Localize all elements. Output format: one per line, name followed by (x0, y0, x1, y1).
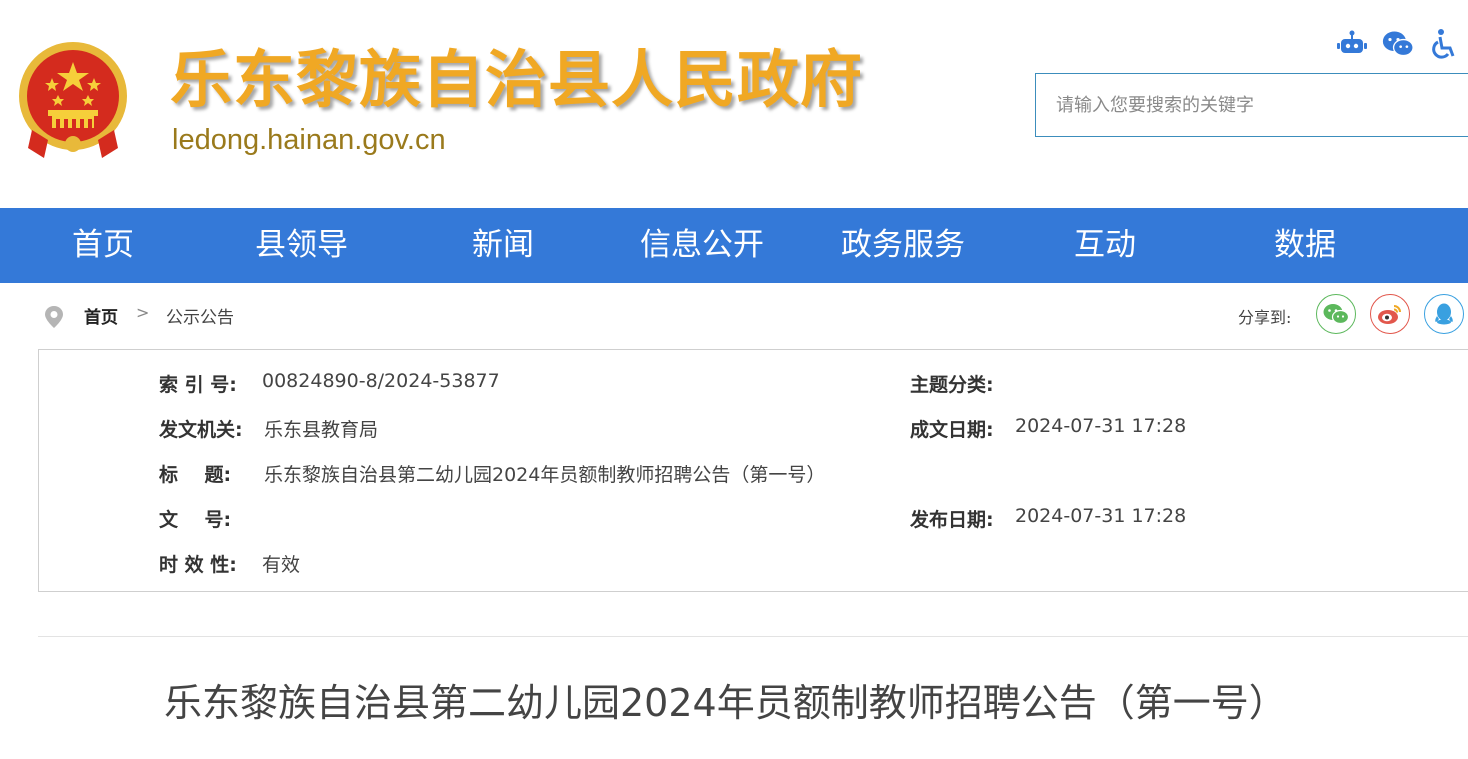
doc-title-value: 乐东黎族自治县第二幼儿园2024年员额制教师招聘公告（第一号） (264, 464, 826, 486)
validity-label: 时 效 性: (159, 554, 237, 576)
site-header: 乐东黎族自治县人民政府 ledong.hainan.gov.cn (0, 0, 1468, 208)
breadcrumb: 首页 > 公示公告 分享到: (0, 283, 1468, 349)
nav-item-home[interactable]: 首页 (72, 208, 134, 283)
doc-title-label: 标 题: (159, 464, 232, 486)
doc-number-label: 文 号: (159, 509, 232, 531)
published-date-value: 2024-07-31 17:28 (1015, 505, 1187, 527)
nav-item-news[interactable]: 新闻 (472, 208, 534, 283)
share-qq-button[interactable] (1424, 294, 1464, 334)
breadcrumb-separator: > (136, 303, 150, 322)
published-date-label: 发布日期: (910, 509, 994, 531)
nav-item-data[interactable]: 数据 (1274, 208, 1336, 283)
content-divider (38, 636, 1468, 637)
share-wechat-button[interactable] (1316, 294, 1356, 334)
qq-icon (1435, 303, 1453, 325)
nav-item-open-info[interactable]: 信息公开 (640, 208, 764, 283)
site-title[interactable]: 乐东黎族自治县人民政府 (170, 40, 863, 120)
wechat-icon (1323, 304, 1349, 325)
issuing-agency-value: 乐东县教育局 (264, 419, 379, 441)
document-info-panel: 索 引 号: 00824890-8/2024-53877 主题分类: 发文机关:… (38, 349, 1468, 592)
top-toolbar (1336, 26, 1460, 62)
share-weibo-button[interactable] (1370, 294, 1410, 334)
nav-item-leaders[interactable]: 县领导 (255, 208, 348, 283)
site-domain: ledong.hainan.gov.cn (172, 124, 446, 156)
article-title: 乐东黎族自治县第二幼儿园2024年员额制教师招聘公告（第一号） (164, 681, 1287, 725)
main-nav: 首页 县领导 新闻 信息公开 政务服务 互动 数据 (0, 208, 1468, 283)
national-emblem-icon[interactable] (14, 40, 132, 162)
accessibility-icon[interactable] (1428, 28, 1460, 60)
breadcrumb-current[interactable]: 公示公告 (166, 303, 234, 328)
index-number-value: 00824890-8/2024-53877 (262, 370, 500, 392)
validity-value: 有效 (262, 554, 301, 576)
nav-item-interaction[interactable]: 互动 (1074, 208, 1136, 283)
wechat-icon[interactable] (1382, 28, 1414, 60)
subject-category-label: 主题分类: (910, 374, 994, 396)
created-date-value: 2024-07-31 17:28 (1015, 415, 1187, 437)
created-date-label: 成文日期: (910, 419, 994, 441)
index-number-label: 索 引 号: (159, 374, 237, 396)
search-box (1035, 73, 1468, 137)
location-pin-icon (44, 305, 64, 329)
weibo-icon (1378, 305, 1401, 324)
issuing-agency-label: 发文机关: (159, 419, 243, 441)
search-input[interactable] (1036, 74, 1456, 136)
share-label: 分享到: (1238, 308, 1292, 327)
breadcrumb-home[interactable]: 首页 (84, 303, 118, 328)
robot-icon[interactable] (1336, 28, 1368, 60)
nav-item-services[interactable]: 政务服务 (841, 208, 965, 283)
